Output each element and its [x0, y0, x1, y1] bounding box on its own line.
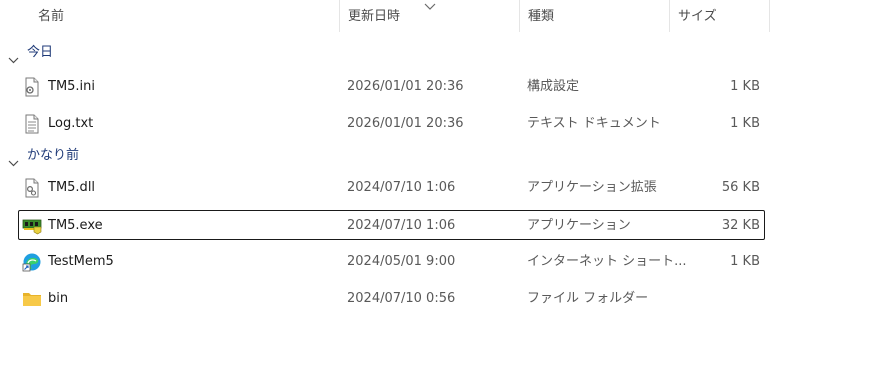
group-label: かなり前 [27, 148, 80, 163]
folder-row[interactable]: bin 2024/07/10 0:56 ファイル フォルダー [18, 284, 765, 314]
file-type: テキスト ドキュメント [527, 116, 661, 131]
file-size: 56 KB [721, 180, 760, 195]
file-date: 2024/07/10 1:06 [347, 218, 456, 233]
file-type: インターネット ショート... [527, 254, 687, 269]
file-size: 1 KB [730, 116, 760, 131]
file-size: 32 KB [721, 218, 760, 233]
column-header-size[interactable]: サイズ [670, 0, 770, 32]
file-size: 1 KB [730, 79, 760, 94]
file-type: ファイル フォルダー [527, 291, 649, 306]
file-date: 2026/01/01 20:36 [347, 116, 464, 131]
file-row[interactable]: TestMem5 2024/05/01 9:00 インターネット ショート...… [18, 247, 765, 277]
file-name: TestMem5 [48, 254, 114, 269]
column-header-type[interactable]: 種類 [520, 0, 670, 32]
file-name: Log.txt [48, 116, 94, 131]
memory-app-icon [22, 215, 42, 235]
file-row[interactable]: TM5.ini 2026/01/01 20:36 構成設定 1 KB [18, 72, 765, 102]
file-type: アプリケーション拡張 [527, 180, 657, 195]
settings-file-icon [22, 77, 42, 97]
file-name: TM5.exe [48, 218, 103, 233]
file-type: アプリケーション [527, 218, 631, 233]
text-file-icon [22, 114, 42, 134]
file-name: TM5.dll [48, 180, 96, 195]
file-row[interactable]: TM5.dll 2024/07/10 1:06 アプリケーション拡張 56 KB [18, 173, 765, 203]
file-name: bin [48, 291, 69, 306]
file-date: 2024/07/10 1:06 [347, 180, 456, 195]
chevron-down-icon [8, 152, 19, 167]
chevron-down-icon [424, 0, 436, 10]
file-type: 構成設定 [527, 79, 580, 94]
file-row[interactable]: Log.txt 2026/01/01 20:36 テキスト ドキュメント 1 K… [18, 109, 765, 139]
file-name: TM5.ini [48, 79, 96, 94]
file-size: 1 KB [730, 254, 760, 269]
folder-icon [22, 289, 42, 309]
column-header-name[interactable]: 名前 [30, 0, 340, 32]
dll-file-icon [22, 178, 42, 198]
file-row-selected[interactable]: TM5.exe 2024/07/10 1:06 アプリケーション 32 KB [18, 210, 765, 240]
column-header-bar: 名前 更新日時 種類 サイズ [0, 0, 879, 32]
group-label: 今日 [27, 45, 54, 60]
file-date: 2024/07/10 0:56 [347, 291, 456, 306]
file-date: 2024/05/01 9:00 [347, 254, 456, 269]
chevron-down-icon [8, 49, 19, 64]
edge-shortcut-icon [22, 252, 42, 272]
file-date: 2026/01/01 20:36 [347, 79, 464, 94]
